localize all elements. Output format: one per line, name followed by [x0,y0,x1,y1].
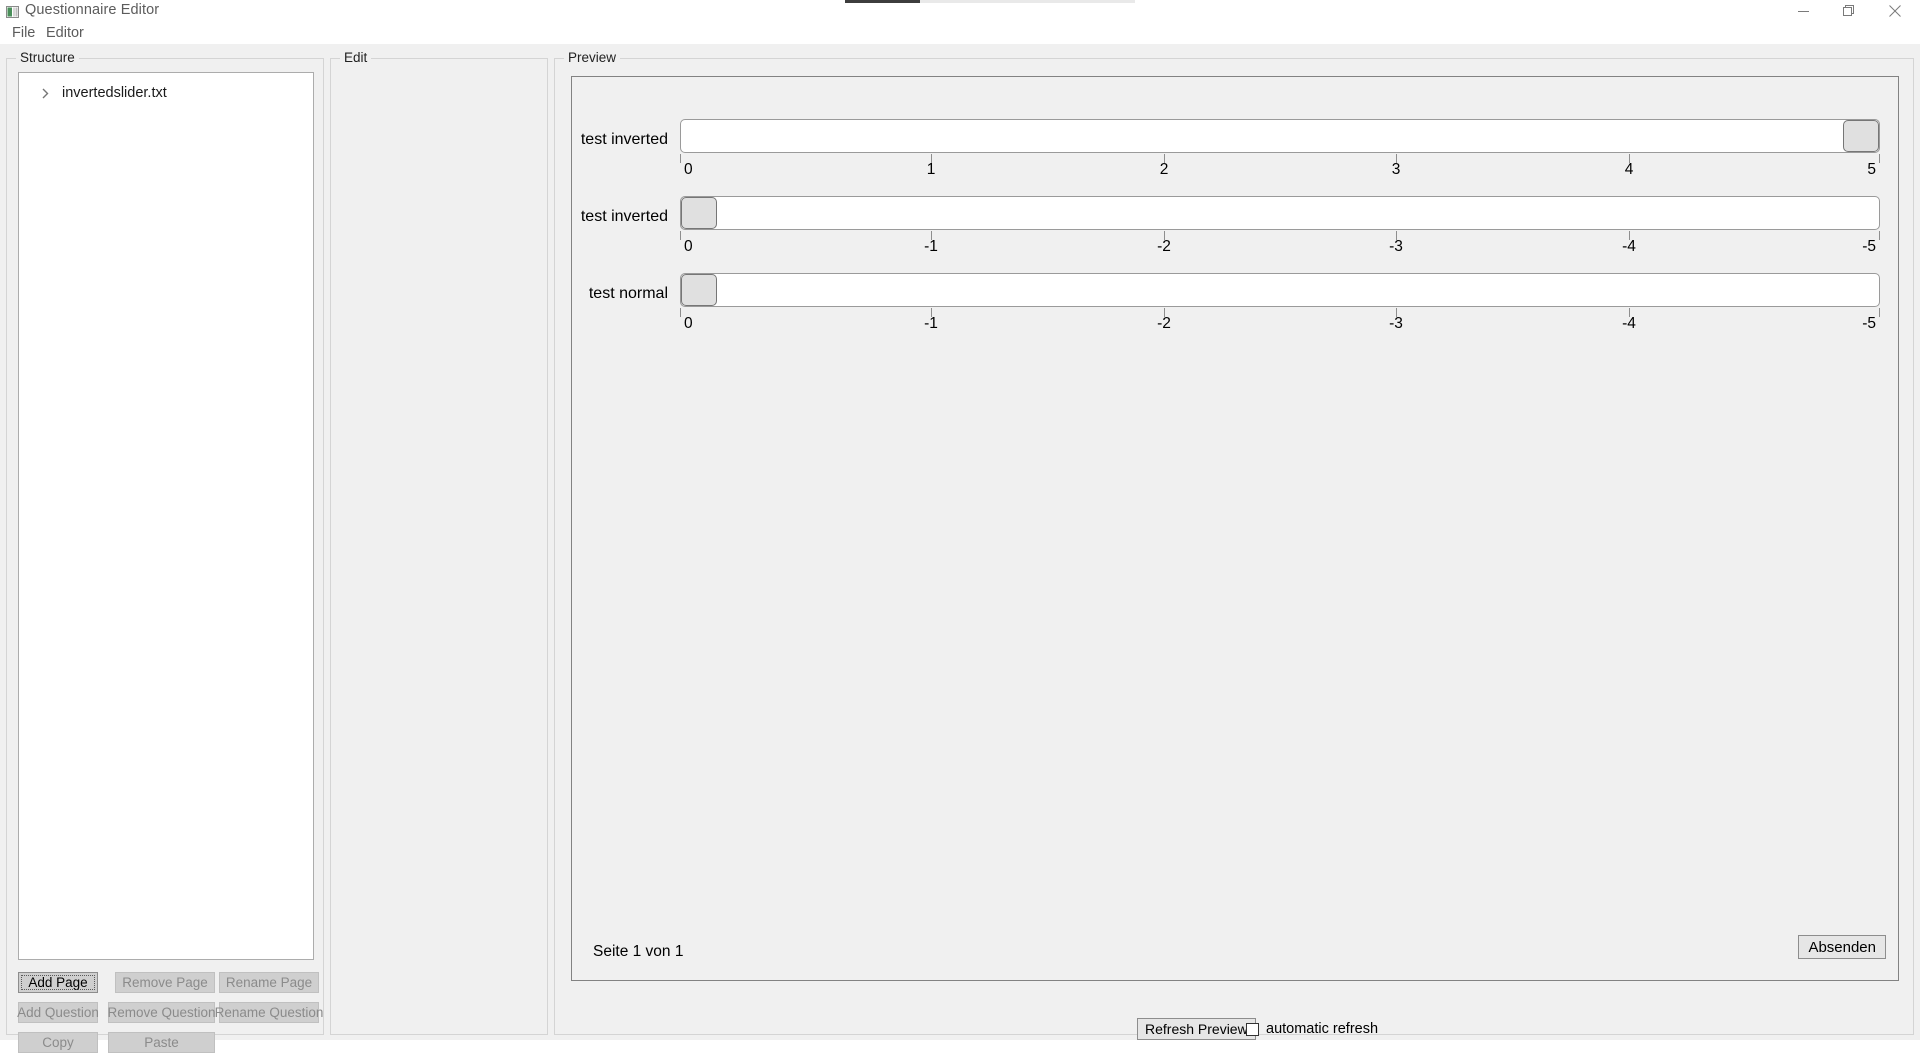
slider-tick-label: 2 [1159,161,1169,178]
slider-tick-label: 0 [684,161,693,178]
slider-tick-label: 0 [684,315,693,332]
close-icon [1889,5,1901,17]
slider-thumb[interactable] [681,274,717,306]
app-window-icon [6,5,19,18]
rename-question-button[interactable]: Rename Question [215,1002,323,1023]
paste-button[interactable]: Paste [108,1032,215,1053]
slider-label: test inverted [580,208,668,225]
slider-tick-label: -1 [924,238,938,255]
remove-page-button[interactable]: Remove Page [115,972,215,993]
title-bar: Questionnaire Editor [0,0,1920,22]
submit-button[interactable]: Absenden [1798,935,1886,959]
minimize-button[interactable] [1780,0,1826,22]
title-progress-artifact [845,0,1135,3]
slider-tick-label: 4 [1624,161,1634,178]
slider-tick-label: -3 [1389,315,1403,332]
slider-label: test inverted [580,131,668,148]
menu-item-editor[interactable]: Editor [40,22,90,44]
slider-tick-labels: 0 -1 -2 -3 -4 -5 [680,238,1880,258]
slider-tick-labels: 0 1 2 3 4 5 [680,161,1880,181]
slider-tick-label: -1 [924,315,938,332]
checkbox-box-icon[interactable] [1246,1022,1259,1036]
preview-panel-title: Preview [564,50,621,65]
slider-tick-label: 0 [684,238,693,255]
edit-panel: Edit [330,50,548,1035]
slider-thumb[interactable] [1843,120,1879,152]
slider-tick-label: -3 [1389,238,1403,255]
slider-tick-label: -5 [1862,238,1876,255]
slider-thumb[interactable] [681,197,717,229]
slider-row: test normal 0 -1 -2 -3 -4 -5 [572,273,1898,343]
slider-tick-label: -4 [1622,238,1636,255]
slider-tick-label: -2 [1157,315,1171,332]
edit-panel-title: Edit [340,50,372,65]
slider-tick-label: -2 [1157,238,1171,255]
add-page-button[interactable]: Add Page [18,972,98,993]
slider-track[interactable] [680,196,1880,230]
preview-form: test inverted 0 1 2 3 4 5 test inverted 0 -1 -2 -3 -… [571,76,1899,981]
structure-tree[interactable]: invertedslider.txt [18,72,314,960]
menu-item-file[interactable]: File [6,22,41,44]
slider-tick-label: 3 [1391,161,1401,178]
structure-panel: Structure invertedslider.txt Add Page Re… [6,50,324,1053]
preview-panel-group: Preview test inverted 0 1 2 3 4 5 test inverted… [554,50,1914,1035]
maximize-button[interactable] [1826,0,1872,22]
chevron-right-icon[interactable] [37,85,53,101]
remove-question-button[interactable]: Remove Question [107,1002,216,1023]
window-title: Questionnaire Editor [25,2,160,18]
tree-item-invertedslider[interactable]: invertedslider.txt [19,82,313,104]
automatic-refresh-label: automatic refresh [1266,1021,1379,1037]
slider-row: test inverted 0 1 2 3 4 5 [572,119,1898,189]
structure-panel-title: Structure [16,50,79,65]
tree-item-label: invertedslider.txt [62,85,167,101]
slider-tick-labels: 0 -1 -2 -3 -4 -5 [680,315,1880,335]
main-content: Structure invertedslider.txt Add Page Re… [0,44,1920,1053]
slider-tick-label: -5 [1862,315,1876,332]
menu-bar: File Editor [0,22,1920,44]
automatic-refresh-checkbox[interactable]: automatic refresh [1246,1018,1378,1040]
refresh-preview-button[interactable]: Refresh Preview [1137,1018,1256,1040]
maximize-icon [1843,5,1854,16]
refresh-bar: Refresh Preview automatic refresh [554,1018,1914,1044]
slider-tick-label: -4 [1622,315,1636,332]
page-indicator: Seite 1 von 1 [593,943,684,960]
minimize-icon [1797,10,1809,12]
slider-row: test inverted 0 -1 -2 -3 -4 -5 [572,196,1898,266]
slider-tick-label: 5 [1867,161,1876,178]
close-button[interactable] [1872,0,1918,22]
slider-label: test normal [588,285,668,302]
rename-page-button[interactable]: Rename Page [219,972,319,993]
slider-tick-label: 1 [926,161,936,178]
slider-track[interactable] [680,119,1880,153]
add-question-button[interactable]: Add Question [17,1002,99,1023]
copy-button[interactable]: Copy [18,1032,98,1053]
slider-track[interactable] [680,273,1880,307]
